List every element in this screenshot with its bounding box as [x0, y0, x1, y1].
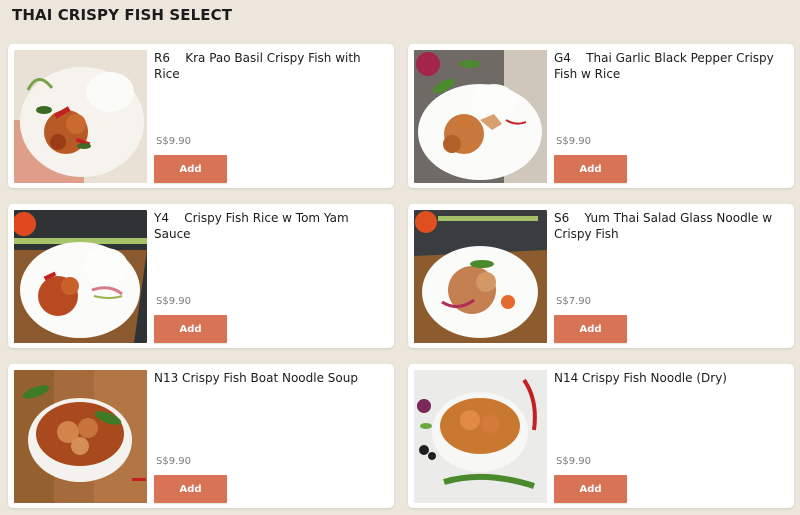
product-card: N13 Crispy Fish Boat Noodle Soup S$9.90 …	[8, 364, 394, 508]
product-price: S$9.90	[556, 456, 591, 467]
product-image[interactable]	[414, 210, 547, 343]
product-image[interactable]	[414, 370, 547, 503]
product-card: S6 Yum Thai Salad Glass Noodle w Crispy …	[408, 204, 794, 348]
add-button[interactable]: Add	[154, 155, 227, 183]
add-button[interactable]: Add	[154, 315, 227, 343]
product-card: N14 Crispy Fish Noodle (Dry) S$9.90 Add	[408, 364, 794, 508]
product-name[interactable]: N14 Crispy Fish Noodle (Dry)	[554, 370, 788, 386]
product-price: S$9.90	[156, 456, 191, 467]
add-button[interactable]: Add	[554, 315, 627, 343]
section-title: THAI CRISPY FISH SELECT	[12, 6, 233, 24]
product-name[interactable]: R6 Kra Pao Basil Crispy Fish with Rice	[154, 50, 388, 82]
product-name[interactable]: Y4 Crispy Fish Rice w Tom Yam Sauce	[154, 210, 388, 242]
add-button[interactable]: Add	[554, 475, 627, 503]
add-button[interactable]: Add	[154, 475, 227, 503]
product-name[interactable]: N13 Crispy Fish Boat Noodle Soup	[154, 370, 388, 386]
product-price: S$9.90	[156, 296, 191, 307]
add-button[interactable]: Add	[554, 155, 627, 183]
product-image[interactable]	[414, 50, 547, 183]
product-card: Y4 Crispy Fish Rice w Tom Yam Sauce S$9.…	[8, 204, 394, 348]
product-card: G4 Thai Garlic Black Pepper Crispy Fish …	[408, 44, 794, 188]
product-price: S$7.90	[556, 296, 591, 307]
product-image[interactable]	[14, 210, 147, 343]
product-price: S$9.90	[156, 136, 191, 147]
product-card: R6 Kra Pao Basil Crispy Fish with Rice S…	[8, 44, 394, 188]
product-price: S$9.90	[556, 136, 591, 147]
product-image[interactable]	[14, 370, 147, 503]
product-name[interactable]: S6 Yum Thai Salad Glass Noodle w Crispy …	[554, 210, 788, 242]
product-grid: R6 Kra Pao Basil Crispy Fish with Rice S…	[8, 44, 794, 508]
product-name[interactable]: G4 Thai Garlic Black Pepper Crispy Fish …	[554, 50, 788, 82]
product-image[interactable]	[14, 50, 147, 183]
